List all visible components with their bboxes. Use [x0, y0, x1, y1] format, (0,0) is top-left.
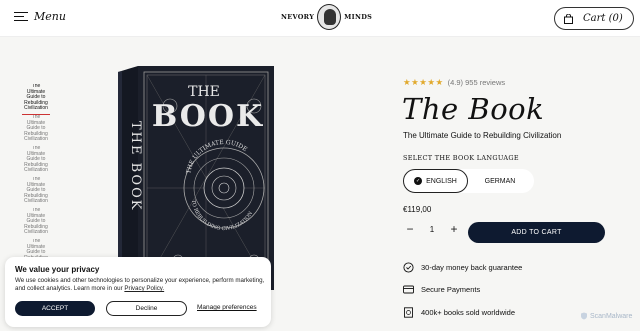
- watermark: ScanMalware: [580, 312, 632, 320]
- language-selector: ✓ ENGLISH GERMAN: [403, 169, 534, 193]
- privacy-policy-link[interactable]: Privacy Policy.: [124, 285, 164, 292]
- site-logo[interactable]: NEVORY MINDS: [281, 4, 372, 30]
- manage-preferences-link[interactable]: Manage preferences: [197, 304, 257, 311]
- credit-card-icon: [403, 285, 414, 294]
- product-title: The Book: [402, 92, 545, 126]
- language-option-label: ENGLISH: [426, 177, 457, 185]
- cover-book-text: BOOK: [152, 99, 264, 134]
- decline-cookies-button[interactable]: Decline: [106, 301, 187, 316]
- logo-text-left: NEVORY: [281, 13, 315, 21]
- feature-text: 400k+ books sold worldwide: [421, 308, 516, 317]
- thumbnail-item[interactable]: The Ultimate Guide to Rebuilding Civiliz…: [22, 177, 50, 208]
- quantity-value[interactable]: 1: [428, 225, 436, 234]
- thumbnail-item[interactable]: The Ultimate Guide to Rebuilding Civiliz…: [22, 208, 50, 239]
- menu-button[interactable]: Menu: [14, 10, 66, 23]
- rating-row: ★★★★★ (4.9) 955 reviews: [403, 77, 505, 88]
- book-icon: [404, 307, 413, 318]
- spine-title-text: THE BOOK: [128, 121, 143, 211]
- product-subtitle: The Ultimate Guide to Rebuilding Civiliz…: [403, 131, 562, 140]
- check-icon: ✓: [414, 177, 423, 185]
- shopping-bag-icon: [564, 13, 573, 24]
- add-to-cart-button[interactable]: ADD TO CART: [468, 222, 605, 243]
- thumbnail-list: The Ultimate Guide to Rebuilding Civiliz…: [22, 84, 52, 270]
- thumbnail-item[interactable]: The Ultimate Guide to Rebuilding Civiliz…: [22, 146, 50, 177]
- cart-button[interactable]: Cart (0): [554, 7, 634, 30]
- feature-secure: Secure Payments: [403, 284, 480, 295]
- watermark-text: ScanMalware: [590, 312, 633, 320]
- rating-stars-icon: ★★★★★: [403, 77, 444, 87]
- increase-quantity-button[interactable]: +: [447, 222, 461, 236]
- site-header: Menu NEVORY MINDS Cart (0): [0, 0, 640, 37]
- feature-books-sold: 400k+ books sold worldwide: [403, 307, 515, 318]
- product-price: €119,00: [403, 205, 432, 214]
- quantity-stepper: − 1 +: [403, 222, 461, 236]
- cart-label: Cart (0): [583, 13, 623, 24]
- cookie-body: We use cookies and other technologies to…: [15, 277, 265, 293]
- language-option-german[interactable]: GERMAN: [468, 169, 532, 193]
- refund-icon: [403, 262, 414, 273]
- logo-text-right: MINDS: [344, 13, 373, 21]
- feature-text: 30-day money back guarantee: [421, 263, 523, 272]
- feature-guarantee: 30-day money back guarantee: [403, 262, 522, 273]
- language-label: SELECT THE BOOK LANGUAGE: [403, 154, 519, 162]
- thumbnail-item[interactable]: The Ultimate Guide to Rebuilding Civiliz…: [22, 84, 50, 115]
- hamburger-icon: [14, 12, 28, 21]
- shield-icon: [581, 312, 587, 320]
- decrease-quantity-button[interactable]: −: [403, 222, 417, 236]
- language-option-english[interactable]: ✓ ENGLISH: [403, 169, 468, 193]
- accept-cookies-button[interactable]: ACCEPT: [15, 301, 95, 316]
- cookie-title: We value your privacy: [15, 265, 100, 274]
- logo-portrait-icon: [317, 4, 342, 30]
- cover-the-text: THE: [188, 84, 220, 100]
- thumbnail-item[interactable]: The Ultimate Guide to Rebuilding Civiliz…: [22, 115, 50, 146]
- feature-text: Secure Payments: [421, 285, 481, 294]
- rating-text[interactable]: (4.9) 955 reviews: [448, 78, 506, 87]
- menu-label: Menu: [34, 10, 66, 23]
- cookie-banner: We value your privacy We use cookies and…: [5, 257, 271, 327]
- language-option-label: GERMAN: [484, 177, 516, 185]
